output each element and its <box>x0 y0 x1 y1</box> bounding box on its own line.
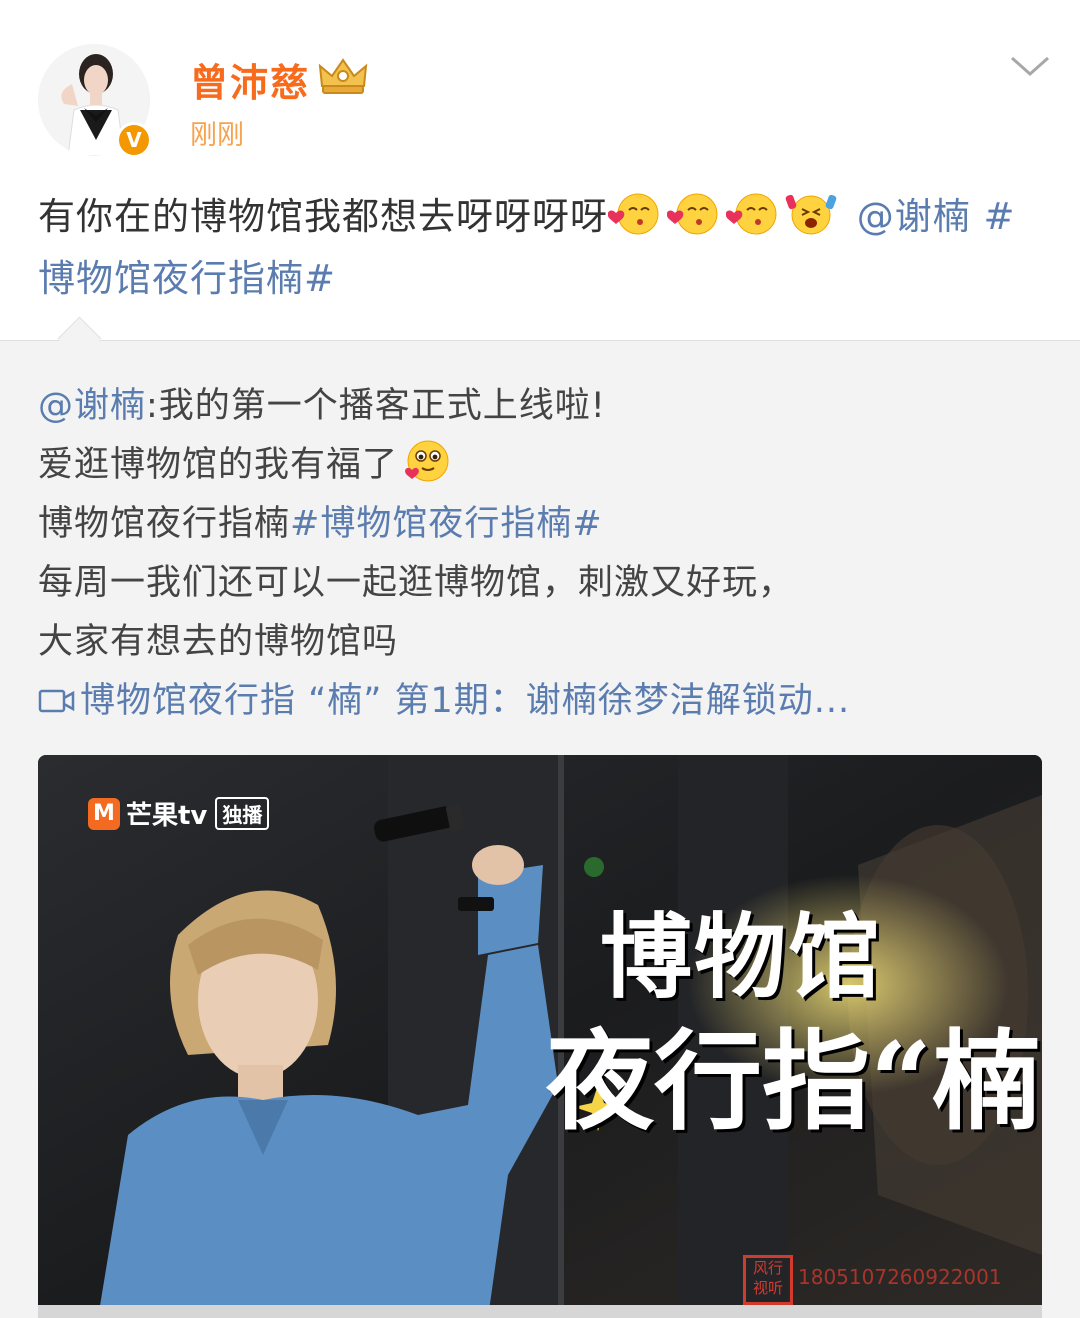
repost-line-2: 爱逛博物馆的我有福了 <box>38 436 1038 495</box>
repost-author-link[interactable]: @谢楠 <box>38 386 146 426</box>
cheering-emoji-icon <box>785 194 837 235</box>
repost-text: @谢楠:我的第一个播客正式上线啦! 爱逛博物馆的我有福了 博物馆夜行指楠#博物馆… <box>38 377 1038 731</box>
repost-line-1-text: :我的第一个播客正式上线啦! <box>146 386 606 426</box>
verified-badge: V <box>116 122 152 158</box>
mention-link[interactable]: @谢楠 <box>857 195 971 238</box>
kiss-heart-emoji-icon <box>608 193 659 235</box>
repost-line-2-text: 爱逛博物馆的我有福了 <box>38 445 399 485</box>
username[interactable]: 曾沛慈 <box>190 52 310 107</box>
repost-line-3-text: 博物馆夜行指楠 <box>38 504 291 544</box>
verified-badge-label: V <box>119 125 149 155</box>
repost-line-4: 每周一我们还可以一起逛博物馆，刺激又好玩， <box>38 563 795 603</box>
video-link[interactable]: 博物馆夜行指 “楠” 第1期：谢楠徐梦洁解锁动... <box>38 672 1038 731</box>
repost-line-3: 博物馆夜行指楠#博物馆夜行指楠# <box>38 495 1038 554</box>
mango-tv-logo: M 芒果tv 独播 <box>88 795 270 832</box>
serial-number: 1805107260922001 <box>798 1265 1002 1289</box>
repost-line-5: 大家有想去的博物馆吗 <box>38 622 399 662</box>
video-camera-icon <box>38 689 75 713</box>
repost-line-1: @谢楠:我的第一个播客正式上线啦! <box>38 377 1038 436</box>
vip-crown-icon[interactable] <box>318 56 368 96</box>
video-link-text: 博物馆夜行指 “楠” 第1期：谢楠徐梦洁解锁动... <box>80 681 851 721</box>
logo-text: 芒果tv <box>126 801 208 831</box>
repost-hashtag-link[interactable]: #博物馆夜行指楠# <box>290 504 603 544</box>
show-title-line-2: 夜行指“楠” <box>546 1019 1042 1145</box>
exclusive-tag: 独播 <box>215 797 270 830</box>
kiss-heart-emoji-icon <box>667 193 718 235</box>
adore-emoji-icon <box>405 440 449 482</box>
post-body: 有你在的博物馆我都想去呀呀呀呀 <box>38 195 608 238</box>
video-thumbnail[interactable]: M 芒果tv 独播 博物馆 夜行指“楠” 风行视听 18051072609220… <box>38 755 1042 1318</box>
watermark-stamp: 风行视听 <box>743 1255 793 1305</box>
weibo-post: V 曾沛慈 刚刚 有你在的博物馆我都想去呀呀呀呀 @谢楠 #博物馆夜行指楠# <box>0 0 1080 340</box>
mango-logo-icon: M <box>88 797 120 830</box>
post-text: 有你在的博物馆我都想去呀呀呀呀 @谢楠 #博物馆夜行指楠# <box>38 186 1038 310</box>
repost-card[interactable]: @谢楠:我的第一个播客正式上线啦! 爱逛博物馆的我有福了 博物馆夜行指楠#博物馆… <box>0 316 1080 1318</box>
timestamp: 刚刚 <box>190 120 244 151</box>
chevron-down-icon[interactable] <box>1008 52 1052 82</box>
kiss-heart-emoji-icon <box>726 193 777 235</box>
